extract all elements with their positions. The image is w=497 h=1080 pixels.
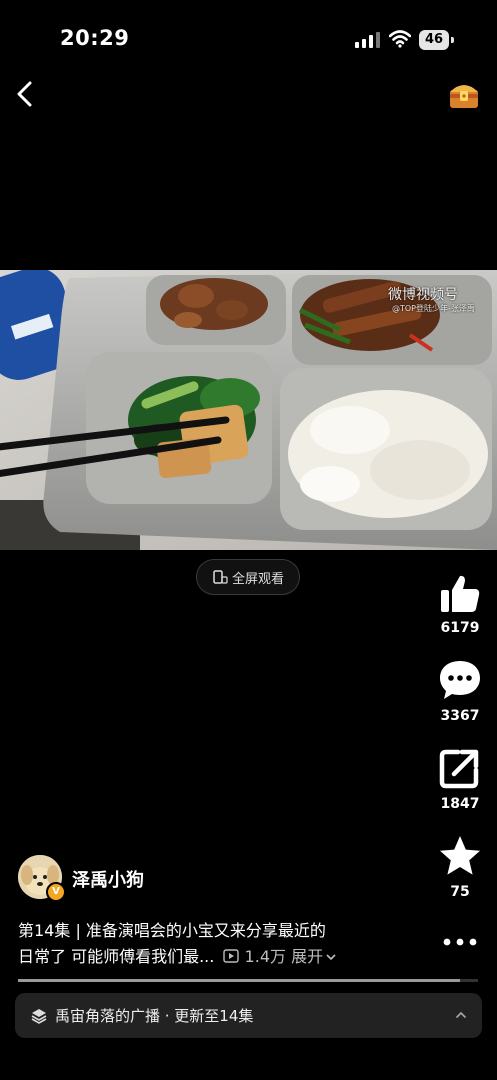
more-dots-icon[interactable] bbox=[442, 936, 478, 948]
video-watermark: 微博视频号 bbox=[388, 287, 458, 303]
thumbs-up-icon[interactable] bbox=[438, 572, 482, 616]
caption-line-2: 日常了 可能师傅看我们最... 1.4万 展开 bbox=[18, 943, 337, 967]
like-count: 6179 bbox=[440, 620, 480, 636]
comment-count: 3367 bbox=[440, 708, 480, 724]
battery-indicator: 46 bbox=[419, 30, 455, 50]
video-watermark-handle: @TOP登陆少年-张泽禹 bbox=[392, 304, 475, 313]
share-count: 1847 bbox=[440, 796, 480, 812]
video-progress-bar[interactable] bbox=[18, 979, 478, 982]
verified-badge: V bbox=[46, 882, 66, 902]
treasure-chest-icon[interactable] bbox=[447, 78, 481, 112]
cellular-signal-icon bbox=[355, 32, 380, 48]
rotate-phone-icon bbox=[213, 570, 228, 584]
video-progress-fill bbox=[18, 979, 460, 982]
chevron-up-icon[interactable] bbox=[454, 1008, 468, 1022]
layers-icon bbox=[31, 1008, 47, 1024]
status-time: 20:29 bbox=[60, 26, 130, 50]
comment-bubble-icon[interactable] bbox=[438, 658, 482, 702]
star-icon[interactable] bbox=[438, 834, 482, 878]
play-count-icon bbox=[223, 949, 240, 963]
favorite-count: 75 bbox=[450, 884, 470, 900]
wifi-icon bbox=[389, 30, 411, 48]
series-collection-bar[interactable]: 禹宙角落的广播 · 更新至14集 bbox=[15, 993, 482, 1038]
view-count: 1.4万 bbox=[244, 947, 286, 966]
author-name[interactable]: 泽禹小狗 bbox=[72, 866, 144, 892]
caption-text: 日常了 可能师傅看我们最... bbox=[18, 947, 215, 966]
fullscreen-label: 全屏观看 bbox=[231, 571, 284, 587]
chevron-down-icon bbox=[326, 954, 336, 961]
series-label: 禹宙角落的广播 · 更新至14集 bbox=[55, 1007, 254, 1025]
fullscreen-button[interactable]: 全屏观看 bbox=[196, 559, 300, 595]
back-chevron-icon[interactable] bbox=[14, 80, 36, 108]
caption-line-1: 第14集 | 准备演唱会的小宝又来分享最近的 bbox=[18, 921, 326, 940]
share-icon[interactable] bbox=[438, 746, 482, 790]
expand-link[interactable]: 展开 bbox=[291, 947, 337, 966]
battery-level: 46 bbox=[419, 30, 449, 50]
